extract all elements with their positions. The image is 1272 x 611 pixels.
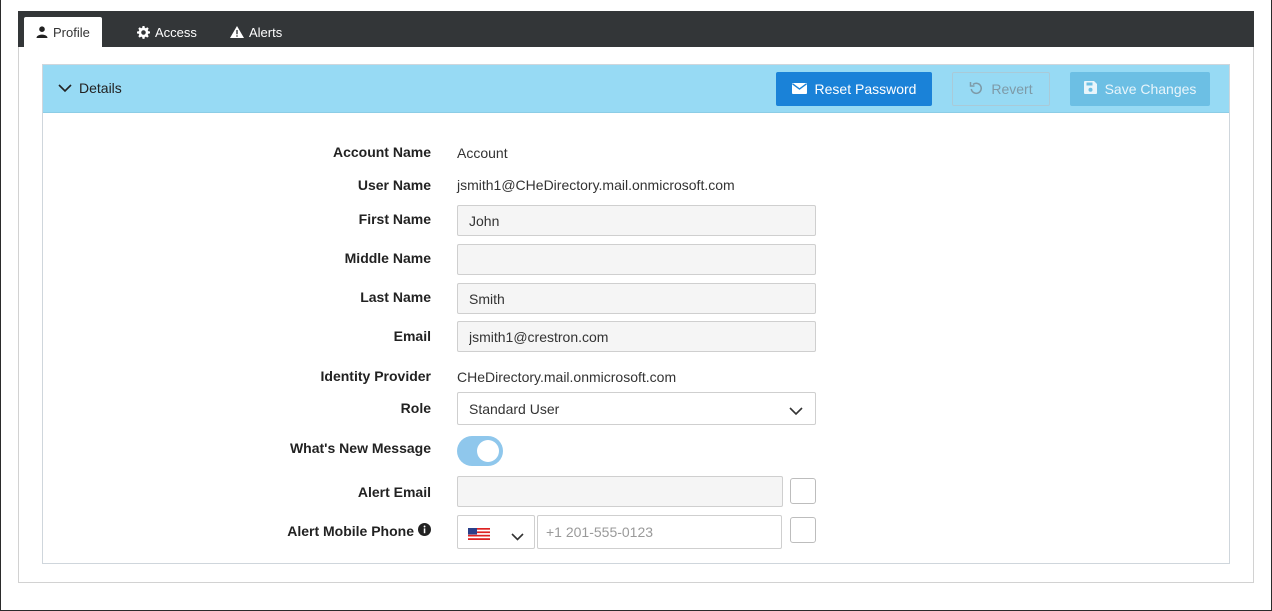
reset-password-label: Reset Password	[814, 81, 917, 97]
alert-mobile-phone-label: Alert Mobile Phone	[287, 523, 414, 539]
alert-phone-field[interactable]	[537, 515, 782, 549]
tab-access-label: Access	[155, 24, 197, 40]
envelope-icon	[791, 81, 807, 97]
alert-email-label: Alert Email	[357, 484, 431, 500]
alert-phone-checkbox[interactable]	[790, 517, 816, 543]
role-select[interactable]: Standard User	[457, 392, 816, 425]
save-changes-label: Save Changes	[1104, 81, 1197, 97]
reset-password-button[interactable]: Reset Password	[776, 72, 932, 106]
tab-profile[interactable]: Profile	[24, 17, 102, 47]
identity-provider-value: CHeDirectory.mail.onmicrosoft.com	[457, 369, 677, 385]
first-name-field[interactable]	[457, 205, 816, 236]
last-name-field[interactable]	[457, 283, 816, 314]
warning-icon	[230, 26, 244, 38]
us-flag-icon	[468, 527, 490, 545]
account-name-value: Account	[457, 145, 508, 161]
role-label: Role	[400, 400, 431, 416]
details-title: Details	[79, 80, 122, 96]
email-field[interactable]	[457, 321, 816, 352]
first-name-label: First Name	[358, 211, 431, 227]
revert-label: Revert	[991, 81, 1033, 97]
middle-name-label: Middle Name	[344, 250, 431, 266]
tab-alerts[interactable]: Alerts	[230, 17, 282, 47]
user-name-value: jsmith1@CHeDirectory.mail.onmicrosoft.co…	[457, 177, 735, 193]
chevron-down-icon	[789, 403, 803, 419]
gear-icon	[137, 25, 150, 39]
tab-alerts-label: Alerts	[249, 24, 283, 40]
last-name-label: Last Name	[360, 289, 431, 305]
tab-access[interactable]: Access	[137, 17, 197, 47]
alert-email-checkbox[interactable]	[790, 478, 816, 504]
whats-new-toggle[interactable]	[457, 436, 503, 466]
account-name-label: Account Name	[332, 144, 431, 160]
revert-button[interactable]: Revert	[952, 72, 1050, 106]
email-label: Email	[393, 328, 431, 344]
chevron-down-icon	[58, 80, 72, 96]
save-changes-button[interactable]: Save Changes	[1070, 72, 1210, 106]
info-icon[interactable]	[418, 523, 431, 539]
identity-provider-label: Identity Provider	[320, 368, 431, 384]
tab-profile-label: Profile	[53, 24, 90, 40]
toggle-knob	[477, 440, 499, 462]
floppy-disk-icon	[1083, 81, 1097, 97]
chevron-down-icon	[511, 528, 524, 546]
role-selected-value: Standard User	[469, 400, 560, 417]
user-icon	[36, 26, 48, 38]
middle-name-field[interactable]	[457, 244, 816, 275]
user-name-label: User Name	[357, 177, 431, 193]
details-header: Details Reset Password Revert Save Chang…	[43, 65, 1229, 113]
alert-mobile-phone-label-group: Alert Mobile Phone	[287, 523, 431, 539]
undo-icon	[969, 81, 983, 98]
details-collapse-toggle[interactable]: Details	[58, 80, 122, 96]
tab-bar: Profile Access Alerts	[18, 11, 1254, 47]
alert-email-field[interactable]	[457, 476, 783, 507]
country-code-select[interactable]	[457, 515, 535, 549]
whats-new-label: What's New Message	[289, 440, 431, 456]
